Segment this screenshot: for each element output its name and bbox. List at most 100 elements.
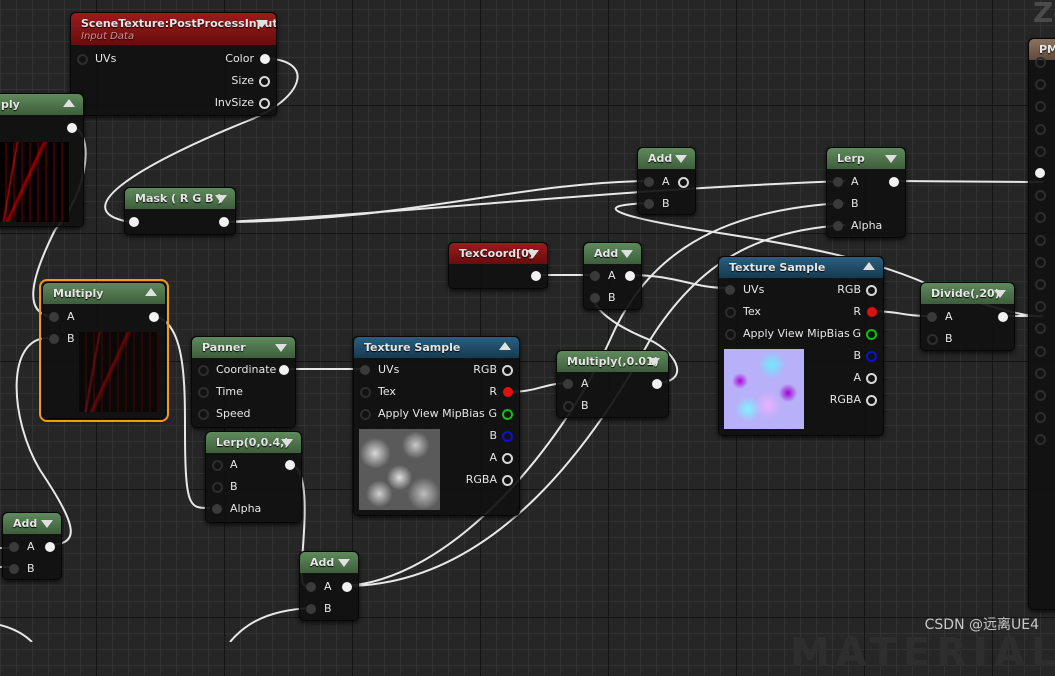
pin-icon[interactable] <box>259 76 270 87</box>
node-add-top[interactable]: Add A B <box>637 147 696 215</box>
input-pin-b[interactable]: B <box>833 193 859 215</box>
input-pin-b[interactable]: B <box>9 558 35 580</box>
pin-icon[interactable] <box>1035 345 1046 357</box>
pin-icon[interactable] <box>1035 79 1046 91</box>
input-pin-a[interactable]: A <box>590 265 616 287</box>
input-pin-alpha[interactable]: Alpha <box>212 498 261 520</box>
output-pin-b[interactable]: B <box>489 425 513 447</box>
pin-icon[interactable] <box>49 334 59 344</box>
pin-icon[interactable] <box>49 312 59 322</box>
pin-icon[interactable] <box>285 460 295 470</box>
input-pin[interactable] <box>129 211 149 233</box>
output-pin-rgba[interactable]: RGBA <box>830 389 877 411</box>
input-pin-b[interactable]: B <box>49 328 75 350</box>
input-pin-apply-view-mipbias[interactable]: Apply View MipBias <box>725 323 850 345</box>
input-pin-b[interactable]: B <box>590 287 616 309</box>
pin-icon[interactable] <box>198 409 209 420</box>
input-pin-uvs[interactable]: UVs <box>725 279 764 301</box>
node-header[interactable]: Mask ( R G B ) <box>125 188 235 209</box>
pin-icon[interactable] <box>212 504 222 514</box>
pin-icon[interactable] <box>306 604 316 614</box>
node-header[interactable]: Add <box>584 243 641 264</box>
node-header[interactable]: Lerp <box>827 148 905 169</box>
collapse-arrow-icon[interactable] <box>145 288 157 296</box>
pin-icon[interactable] <box>198 365 209 376</box>
pin-icon[interactable] <box>1035 123 1046 135</box>
pin-icon[interactable] <box>725 307 736 318</box>
node-header[interactable]: Add <box>300 552 358 573</box>
output-pin-rgb[interactable]: RGB <box>473 359 513 381</box>
input-pin-a[interactable]: A <box>49 306 75 328</box>
output-pin[interactable] <box>332 576 352 598</box>
input-pin-uvs[interactable]: UVs <box>360 359 399 381</box>
node-header[interactable]: Texture Sample <box>719 257 883 278</box>
pin-icon[interactable] <box>342 582 352 592</box>
pin-icon[interactable] <box>502 365 513 376</box>
input-pin-a[interactable]: A <box>306 576 332 598</box>
node-header[interactable]: Divide(,20) <box>921 283 1014 304</box>
pin-icon[interactable] <box>360 409 371 420</box>
node-add-mid[interactable]: Add A B <box>583 242 642 310</box>
output-pin[interactable] <box>275 454 295 476</box>
pin-icon[interactable] <box>678 177 689 188</box>
output-pin[interactable] <box>879 171 899 193</box>
input-pin-a[interactable]: A <box>644 171 670 193</box>
collapse-arrow-icon[interactable] <box>994 290 1006 298</box>
pin-icon[interactable] <box>503 387 513 397</box>
input-pin-tex[interactable]: Tex <box>360 381 396 403</box>
node-header[interactable]: Panner <box>192 337 295 358</box>
collapse-arrow-icon[interactable] <box>527 250 539 258</box>
pin-icon[interactable] <box>260 54 270 64</box>
pin-icon[interactable] <box>1035 367 1046 379</box>
node-add-bottom[interactable]: Add A B <box>299 551 359 621</box>
collapse-arrow-icon[interactable] <box>863 262 875 270</box>
node-header[interactable]: ply <box>0 94 83 115</box>
node-multiply-selected[interactable]: Multiply A B <box>39 279 169 422</box>
output-pin-g[interactable]: G <box>852 323 877 345</box>
pin-icon[interactable] <box>502 431 513 442</box>
pin-icon[interactable] <box>652 379 662 389</box>
node-header[interactable]: Texture Sample <box>354 337 519 358</box>
node-texture-sample-noise[interactable]: Texture Sample UVs Tex Apply View MipBia… <box>353 336 520 516</box>
pin-icon[interactable] <box>644 177 654 187</box>
collapse-arrow-icon[interactable] <box>885 155 897 163</box>
node-header[interactable]: Multiply <box>43 283 165 304</box>
output-pin-a[interactable]: A <box>853 367 877 389</box>
pin-icon[interactable] <box>998 312 1008 322</box>
pin-icon[interactable] <box>9 542 19 552</box>
output-pin[interactable] <box>669 171 689 193</box>
collapse-arrow-icon[interactable] <box>41 520 53 528</box>
pin-icon[interactable] <box>1035 279 1046 290</box>
pin-icon[interactable] <box>725 285 735 295</box>
node-header[interactable]: TexCoord[0] <box>449 243 547 264</box>
pin-icon[interactable] <box>867 307 877 317</box>
output-pin-size[interactable]: Size <box>231 70 270 92</box>
pin-icon[interactable] <box>279 365 289 375</box>
output-pin-b[interactable]: B <box>853 345 877 367</box>
node-lerp-0-0.4[interactable]: Lerp(0,0.4,) A B Alpha <box>205 431 302 523</box>
pin-icon[interactable] <box>531 271 541 281</box>
output-pin[interactable] <box>642 373 662 395</box>
pin-icon[interactable] <box>833 177 843 187</box>
input-pin-speed[interactable]: Speed <box>198 403 250 425</box>
collapse-arrow-icon[interactable] <box>499 342 511 350</box>
node-multiply-partial[interactable]: ply <box>0 93 84 227</box>
collapse-arrow-icon[interactable] <box>621 250 633 258</box>
pin-icon[interactable] <box>360 387 371 398</box>
output-pin[interactable] <box>269 359 289 381</box>
output-pin-a[interactable]: A <box>489 447 513 469</box>
pin-icon[interactable] <box>1035 434 1046 446</box>
node-header[interactable]: SceneTexture:PostProcessInput0 Input Dat… <box>71 13 276 45</box>
pin-icon[interactable] <box>360 365 370 375</box>
pin-icon[interactable] <box>212 482 223 493</box>
pin-icon[interactable] <box>77 54 88 65</box>
pin-icon[interactable] <box>1035 145 1046 157</box>
output-pin[interactable] <box>209 211 229 233</box>
pin-icon[interactable] <box>129 217 139 227</box>
output-pin[interactable] <box>57 117 77 139</box>
input-pin-a[interactable]: A <box>927 306 953 328</box>
pin-icon[interactable] <box>1035 323 1046 335</box>
input-pin-a[interactable]: A <box>9 536 35 558</box>
input-pin-a[interactable]: A <box>563 373 589 395</box>
pin-icon[interactable] <box>198 387 209 398</box>
